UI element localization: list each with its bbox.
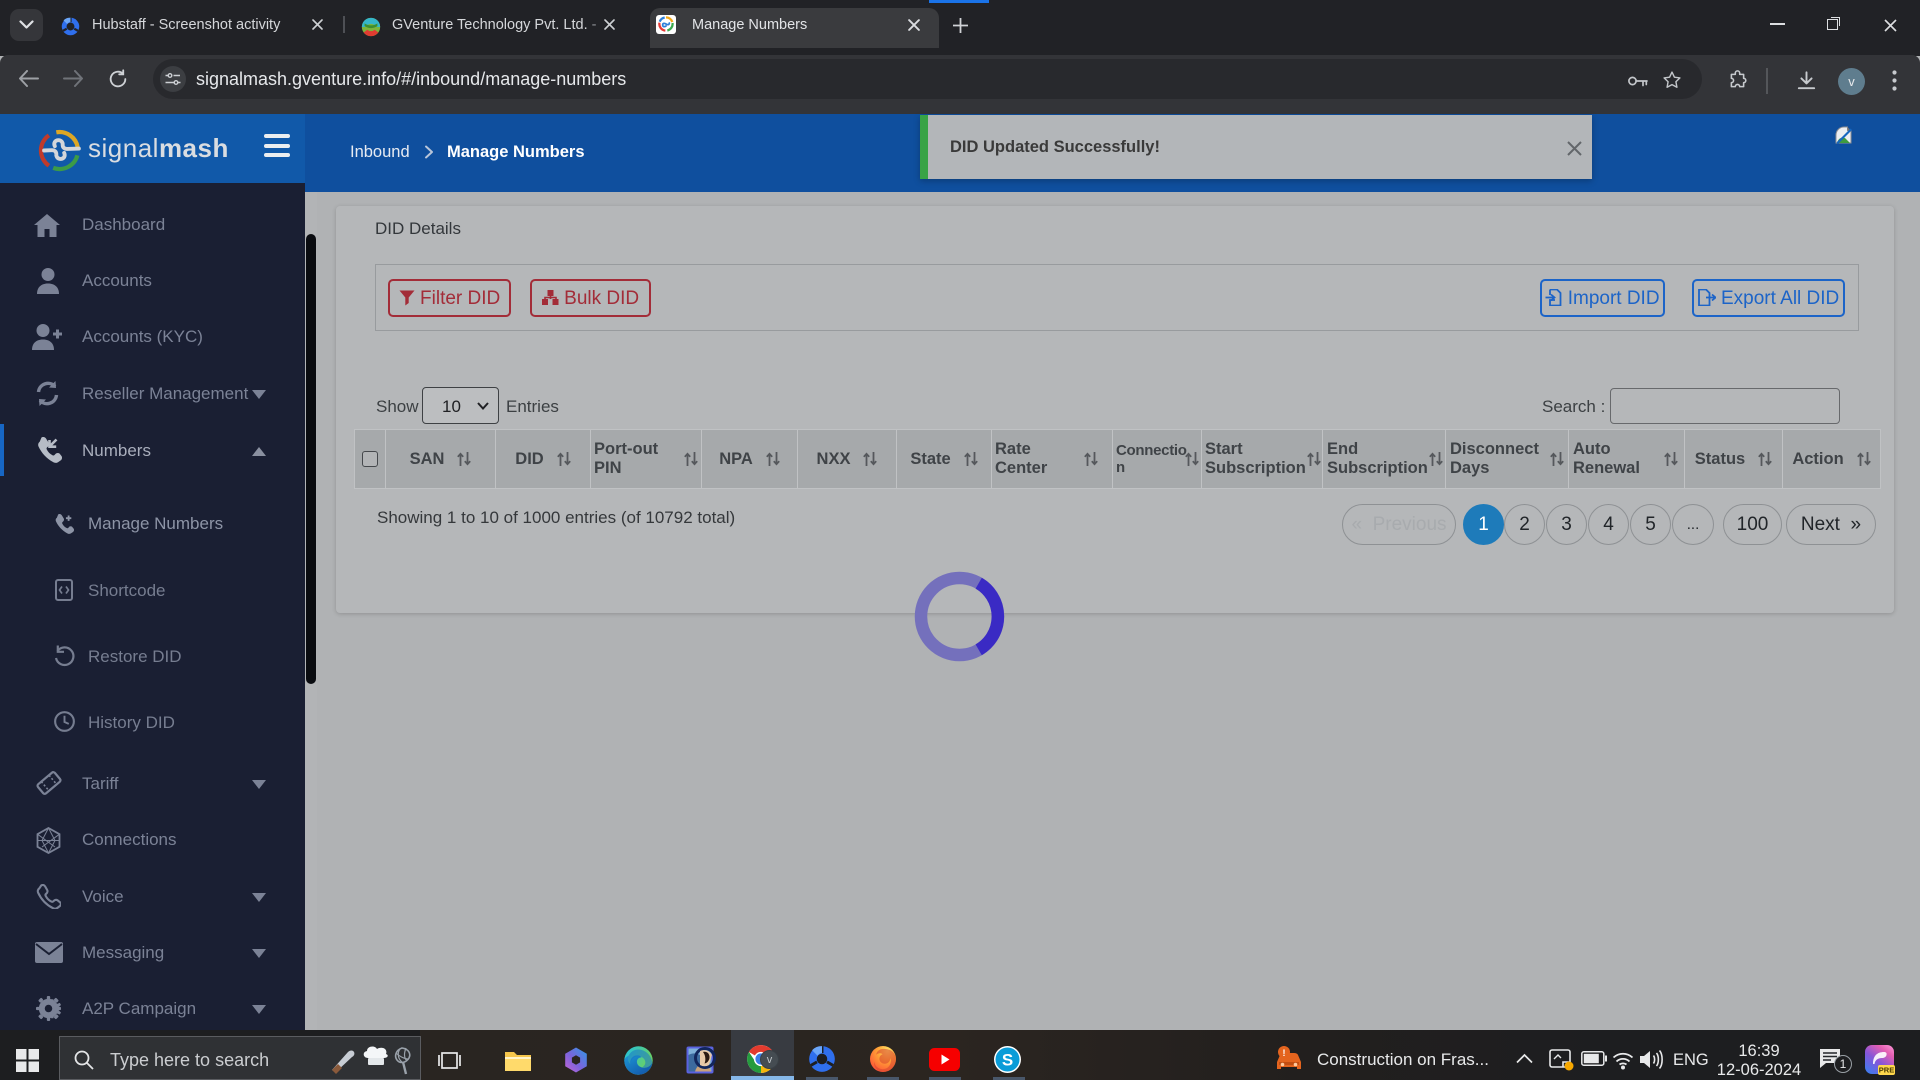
- svg-text:S: S: [1002, 1051, 1013, 1070]
- svg-text:PRE: PRE: [1879, 1066, 1894, 1075]
- svg-text:!: !: [1283, 1048, 1286, 1058]
